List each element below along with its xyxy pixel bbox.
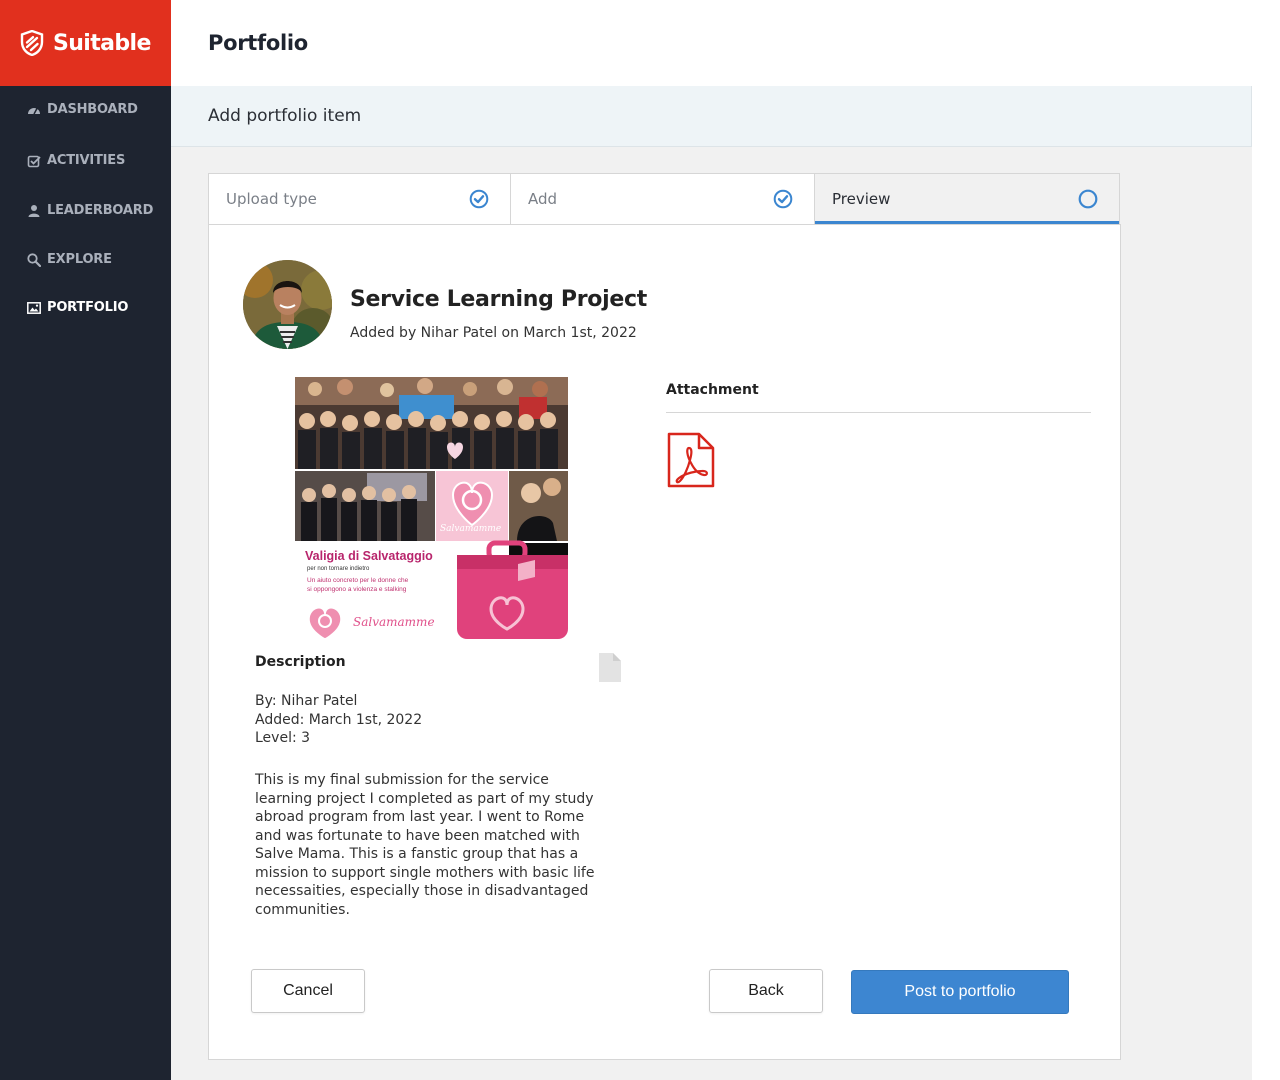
attachment-divider — [666, 412, 1091, 413]
page-title: Portfolio — [208, 31, 308, 55]
avatar — [243, 260, 332, 349]
description-label: Description — [255, 654, 346, 670]
sidebar-item-activities[interactable]: ACTIVITIES — [27, 153, 125, 168]
sidebar-item-leaderboard[interactable]: LEADERBOARD — [27, 203, 153, 218]
brand-name: Suitable — [53, 30, 151, 56]
image-icon — [27, 301, 41, 315]
sidebar: Suitable DASHBOARD ACTIVITIES LEADERBOAR… — [0, 0, 171, 1080]
user-icon — [27, 204, 41, 218]
svg-text:Salvamamme: Salvamamme — [440, 524, 501, 534]
check-circle-icon — [469, 189, 489, 209]
author-line: By: Nihar Patel — [255, 693, 358, 709]
check-circle-icon — [773, 189, 793, 209]
collage-heading: Valigia di Salvataggio — [305, 549, 433, 563]
collage-subheading: per non tornare indietro — [307, 566, 370, 572]
circle-outline-icon — [1078, 189, 1098, 209]
sidebar-item-label: DASHBOARD — [47, 102, 138, 117]
collage-tagline-2: si oppongono a violenza e stalking — [307, 586, 407, 593]
check-square-icon — [27, 154, 41, 168]
step-label: Preview — [832, 190, 891, 208]
step-label: Upload type — [226, 190, 317, 208]
sidebar-item-label: ACTIVITIES — [47, 153, 126, 168]
sidebar-item-label: LEADERBOARD — [47, 203, 154, 218]
shield-logo-icon — [20, 30, 44, 56]
sub-header: Add portfolio item — [171, 86, 1252, 147]
post-to-portfolio-button[interactable]: Post to portfolio — [851, 970, 1069, 1014]
step-upload-type[interactable]: Upload type — [208, 173, 511, 225]
search-icon — [27, 252, 41, 267]
stepper: Upload type Add Preview — [208, 173, 1120, 225]
collage-tagline-1: Un aiuto concreto per le donne che — [307, 577, 409, 584]
document-icon — [599, 653, 621, 682]
dashboard-icon — [27, 103, 41, 117]
collage-logo-text: Salvamamme — [353, 615, 435, 629]
preview-card: Service Learning Project Added by Nihar … — [208, 224, 1121, 1060]
brand-logo[interactable]: Suitable — [0, 0, 171, 86]
description-meta: By: Nihar Patel Added: March 1st, 2022 L… — [255, 692, 422, 748]
sidebar-item-dashboard[interactable]: DASHBOARD — [27, 102, 138, 117]
step-preview[interactable]: Preview — [815, 173, 1120, 225]
sub-header-title: Add portfolio item — [208, 106, 362, 126]
pdf-icon[interactable] — [667, 432, 715, 488]
sidebar-item-label: PORTFOLIO — [47, 300, 129, 315]
sidebar-item-portfolio[interactable]: PORTFOLIO — [27, 300, 128, 315]
back-button[interactable]: Back — [709, 969, 823, 1013]
sidebar-item-label: EXPLORE — [47, 252, 112, 267]
description-body: This is my final submission for the serv… — [255, 772, 595, 918]
portfolio-image[interactable]: Salvamamme Valigia di Salvataggio per no… — [295, 377, 568, 641]
sidebar-item-explore[interactable]: EXPLORE — [27, 252, 112, 267]
step-add[interactable]: Add — [511, 173, 815, 225]
attachment-label: Attachment — [666, 382, 759, 398]
project-title: Service Learning Project — [350, 287, 647, 312]
level-line: Level: 3 — [255, 730, 311, 746]
project-meta: Added by Nihar Patel on March 1st, 2022 — [350, 325, 637, 341]
cancel-button[interactable]: Cancel — [251, 969, 365, 1013]
step-label: Add — [528, 190, 558, 208]
top-header: Portfolio — [171, 0, 1280, 86]
added-line: Added: March 1st, 2022 — [255, 711, 423, 728]
